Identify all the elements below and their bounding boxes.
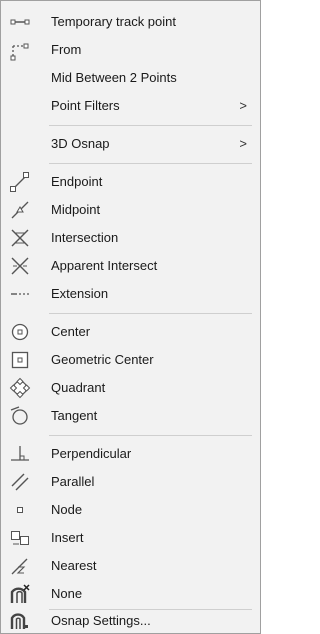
menu-item-label: Geometric Center — [51, 352, 154, 367]
submenu-arrow-icon: > — [239, 136, 247, 151]
menu-item-label: Center — [51, 324, 91, 339]
menu-separator — [49, 125, 252, 126]
insert-icon — [8, 526, 32, 550]
menu-item-label: Apparent Intersect — [51, 258, 158, 273]
menu-item-label: Perpendicular — [51, 446, 132, 461]
menu-item-nearest[interactable]: Nearest — [2, 552, 259, 579]
menu-item-apparent-intersect[interactable]: Apparent Intersect — [2, 252, 259, 279]
menu-item-label: Point Filters — [51, 98, 120, 113]
intersection-icon — [8, 226, 32, 250]
menu-item-perpendicular[interactable]: Perpendicular — [2, 440, 259, 467]
menu-item-extension[interactable]: Extension — [2, 280, 259, 307]
menu-item-label: Quadrant — [51, 380, 106, 395]
node-icon — [8, 498, 32, 522]
temporary-track-point-icon — [8, 10, 32, 34]
menu-separator — [49, 313, 252, 314]
osnap-settings-icon — [8, 608, 32, 632]
parallel-icon — [8, 470, 32, 494]
menu-item-label: Node — [51, 502, 83, 517]
menu-item-none[interactable]: None — [2, 580, 259, 607]
apparent-intersect-icon — [8, 254, 32, 278]
menu-item-label: Intersection — [51, 230, 119, 245]
menu-separator — [49, 163, 252, 164]
menu-item-point-filters[interactable]: Point Filters > — [2, 92, 259, 119]
center-icon — [8, 320, 32, 344]
menu-item-intersection[interactable]: Intersection — [2, 224, 259, 251]
menu-item-from[interactable]: From — [2, 36, 259, 63]
menu-item-label: Tangent — [51, 408, 98, 423]
quadrant-icon — [8, 376, 32, 400]
menu-item-label: 3D Osnap — [51, 136, 110, 151]
endpoint-icon — [8, 170, 32, 194]
menu-separator — [49, 435, 252, 436]
menu-item-mid-between-2-points[interactable]: Mid Between 2 Points — [2, 64, 259, 91]
osnap-context-menu: Temporary track point From Mid Between 2… — [0, 0, 261, 634]
menu-item-label: None — [51, 586, 83, 601]
menu-item-label: Extension — [51, 286, 109, 301]
from-icon — [8, 38, 32, 62]
menu-item-quadrant[interactable]: Quadrant — [2, 374, 259, 401]
extension-icon — [8, 282, 32, 306]
menu-item-label: Nearest — [51, 558, 97, 573]
menu-item-geometric-center[interactable]: Geometric Center — [2, 346, 259, 373]
submenu-arrow-icon: > — [239, 98, 247, 113]
menu-item-tangent[interactable]: Tangent — [2, 402, 259, 429]
menu-item-label: Midpoint — [51, 202, 101, 217]
menu-item-label: Insert — [51, 530, 84, 545]
menu-item-center[interactable]: Center — [2, 318, 259, 345]
menu-item-label: Osnap Settings... — [51, 612, 151, 628]
menu-item-3d-osnap[interactable]: 3D Osnap > — [2, 130, 259, 157]
nearest-icon — [8, 554, 32, 578]
menu-item-endpoint[interactable]: Endpoint — [2, 168, 259, 195]
perpendicular-icon — [8, 442, 32, 466]
menu-item-label: From — [51, 42, 82, 57]
menu-item-label: Mid Between 2 Points — [51, 70, 177, 85]
menu-item-node[interactable]: Node — [2, 496, 259, 523]
midpoint-icon — [8, 198, 32, 222]
none-icon — [8, 582, 32, 606]
menu-item-parallel[interactable]: Parallel — [2, 468, 259, 495]
menu-item-label: Parallel — [51, 474, 95, 489]
tangent-icon — [8, 404, 32, 428]
menu-item-temporary-track-point[interactable]: Temporary track point — [2, 8, 259, 35]
menu-item-midpoint[interactable]: Midpoint — [2, 196, 259, 223]
menu-item-insert[interactable]: Insert — [2, 524, 259, 551]
menu-item-osnap-settings[interactable]: Osnap Settings... — [2, 607, 259, 633]
menu-item-label: Endpoint — [51, 174, 103, 189]
geometric-center-icon — [8, 348, 32, 372]
menu-item-label: Temporary track point — [51, 14, 176, 29]
